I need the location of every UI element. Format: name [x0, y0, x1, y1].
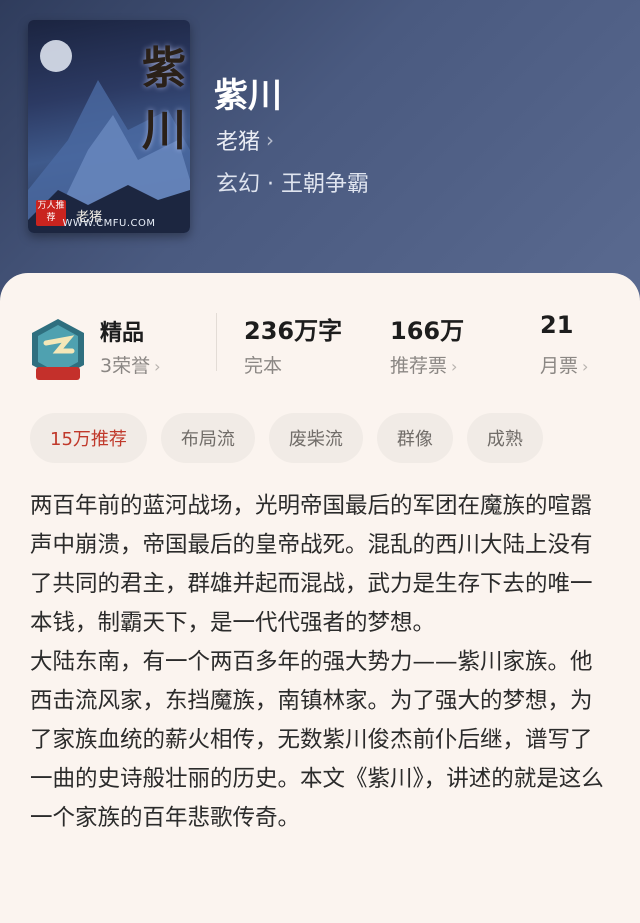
author-link[interactable]: 老猪 ›: [216, 124, 274, 156]
stats-row: 精品 3荣誉 › 236万字 完本 166万 推荐票 › 21 月票 ›: [0, 301, 640, 391]
chevron-right-icon: ›: [154, 357, 161, 376]
tag-item[interactable]: 成熟: [466, 413, 543, 463]
book-header: 紫 川 万人推荐 老猪 WWW.CMFU.COM 紫川 老猪 › 玄幻 · 王朝…: [0, 0, 640, 300]
monthly-votes-link[interactable]: 月票 ›: [540, 351, 588, 378]
monthly-votes: 21: [540, 311, 574, 339]
tag-recommend-count[interactable]: 15万推荐: [30, 413, 147, 463]
word-count: 236万字: [244, 317, 343, 345]
description-paragraph: 两百年前的蓝河战场，光明帝国最后的军团在魔族的喧嚣声中崩溃，帝国最后的皇帝战死。…: [30, 493, 593, 636]
book-title: 紫川: [214, 76, 282, 116]
book-cover[interactable]: 紫 川 万人推荐 老猪 WWW.CMFU.COM: [28, 20, 190, 233]
book-genre: 玄幻 · 王朝争霸: [216, 172, 369, 197]
recommend-votes-link[interactable]: 推荐票 ›: [390, 351, 457, 378]
stats-divider: [216, 313, 217, 371]
tag-item[interactable]: 群像: [376, 413, 453, 463]
honor-badge-icon: [32, 319, 84, 380]
honor-link[interactable]: 3荣誉 ›: [100, 351, 161, 378]
recommend-votes: 166万: [390, 317, 465, 345]
tag-item[interactable]: 废柴流: [268, 413, 363, 463]
tag-item[interactable]: 布局流: [160, 413, 255, 463]
chevron-right-icon: ›: [582, 357, 589, 376]
cover-site-url: WWW.CMFU.COM: [62, 218, 156, 229]
honor-title: 精品: [100, 321, 145, 346]
description-paragraph: 大陆东南，有一个两百多年的强大势力——紫川家族。他西击流风家，东挡魔族，南镇林家…: [30, 649, 604, 831]
chevron-right-icon: ›: [451, 357, 458, 376]
tag-list: 15万推荐 布局流 废柴流 群像 成熟: [30, 413, 620, 463]
monthly-votes-label: 月票: [540, 355, 579, 377]
book-description: 两百年前的蓝河战场，光明帝国最后的军团在魔族的喧嚣声中崩溃，帝国最后的皇帝战死。…: [30, 487, 610, 838]
recommend-votes-label: 推荐票: [390, 355, 448, 377]
chevron-right-icon: ›: [266, 128, 275, 152]
status-label: 完本: [244, 355, 283, 377]
author-name: 老猪: [216, 130, 261, 155]
honor-count: 3荣誉: [100, 355, 151, 377]
book-detail-card: 精品 3荣誉 › 236万字 完本 166万 推荐票 › 21 月票 › 15万推荐 …: [0, 273, 640, 923]
cover-title: 紫 川: [142, 43, 186, 156]
